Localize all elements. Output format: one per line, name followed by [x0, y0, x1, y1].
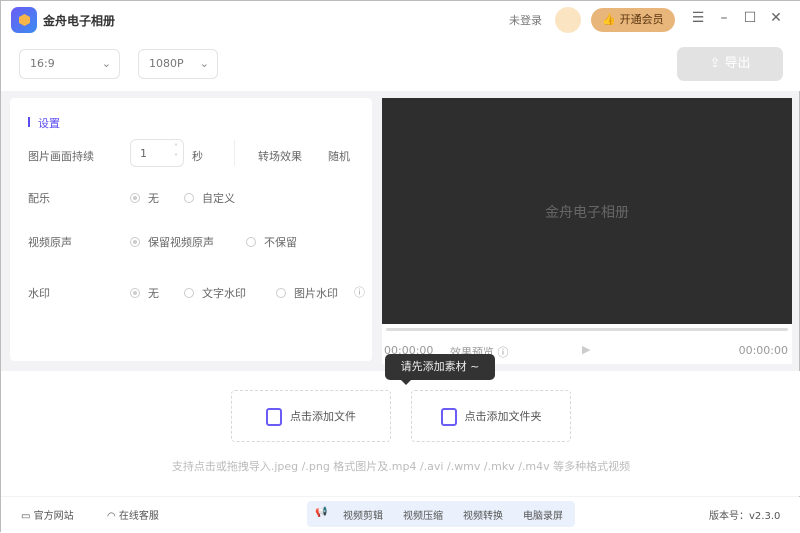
transition-label: 转场效果: [258, 148, 302, 164]
music-radio-none[interactable]: 无: [130, 190, 159, 206]
radio-icon: [276, 288, 286, 298]
monitor-icon: ▭: [21, 511, 34, 522]
export-button[interactable]: ⇪ 导出: [677, 47, 783, 81]
help-icon: ⓘ: [498, 346, 509, 359]
import-hint: 支持点击或拖拽导入.jpeg /.png 格式图片及.mp4 /.avi /.w…: [1, 458, 800, 474]
aspect-select[interactable]: 16:9 ⌄: [19, 49, 120, 79]
tool-video-compress[interactable]: 视频压缩: [403, 507, 443, 522]
audio-radio-discard[interactable]: 不保留: [246, 234, 297, 250]
vip-button[interactable]: 👍 开通会员: [591, 8, 675, 32]
avatar[interactable]: [555, 7, 581, 33]
version-label: 版本号：v2.3.0: [709, 507, 780, 522]
add-folder-label: 点击添加文件夹: [465, 410, 542, 423]
app-title: 金舟电子相册: [43, 12, 115, 29]
watermark-radio-image[interactable]: 图片水印: [276, 285, 338, 301]
radio-icon: [130, 288, 140, 298]
radio-label: 不保留: [264, 236, 297, 249]
radio-icon: [130, 193, 140, 203]
radio-icon: [184, 193, 194, 203]
total-time: 00:00:00: [739, 344, 788, 357]
chevron-down-icon: ⌄: [200, 50, 209, 78]
vip-label: 开通会员: [620, 13, 664, 26]
radio-icon: [184, 288, 194, 298]
help-icon[interactable]: ⓘ: [354, 284, 365, 300]
tool-video-edit[interactable]: 视频剪辑: [343, 507, 383, 522]
progress-bar[interactable]: [386, 328, 788, 331]
preview-watermark: 金舟电子相册: [382, 202, 792, 222]
settings-heading: 设置: [28, 115, 60, 131]
audio-label: 视频原声: [28, 234, 72, 250]
stepper-arrows-icon: ˄˅: [174, 143, 178, 163]
tool-video-convert[interactable]: 视频转换: [463, 507, 503, 522]
export-label: 导出: [725, 56, 751, 71]
login-link[interactable]: 未登录: [509, 12, 542, 28]
radio-label: 保留视频原声: [148, 236, 214, 249]
radio-label: 自定义: [202, 192, 235, 205]
close-button[interactable]: ✕: [767, 10, 785, 26]
support-label: 在线客服: [119, 511, 159, 522]
app-logo: [11, 7, 37, 33]
duration-unit: 秒: [192, 148, 203, 164]
add-file-label: 点击添加文件: [290, 410, 356, 423]
radio-label: 无: [148, 287, 159, 300]
radio-icon: [130, 237, 140, 247]
title-bar: [1, 1, 800, 39]
play-icon[interactable]: ▶: [582, 343, 590, 356]
settings-panel: 设置 图片画面持续 1 ˄˅ 秒 转场效果 随机 配乐 无 自定义 视频原声 保留…: [10, 98, 372, 361]
support-link[interactable]: ◠ 在线客服: [107, 507, 159, 522]
tools-bar: 📢 视频剪辑 视频压缩 视频转换 电脑录屏: [307, 501, 575, 527]
file-icon: [266, 408, 282, 426]
resolution-value: 1080P: [149, 57, 184, 70]
upload-icon: ⇪: [709, 56, 724, 71]
folder-icon: [441, 408, 457, 426]
add-folder-button[interactable]: 点击添加文件夹: [411, 390, 571, 442]
megaphone-icon: 📢: [315, 507, 327, 518]
music-radio-custom[interactable]: 自定义: [184, 190, 235, 206]
minimize-button[interactable]: –: [715, 10, 733, 26]
add-file-button[interactable]: 点击添加文件: [231, 390, 391, 442]
radio-icon: [246, 237, 256, 247]
maximize-button[interactable]: ☐: [741, 10, 759, 26]
duration-label: 图片画面持续: [28, 148, 94, 164]
watermark-radio-none[interactable]: 无: [130, 285, 159, 301]
radio-label: 图片水印: [294, 287, 338, 300]
headset-icon: ◠: [107, 511, 119, 522]
settings-heading-text: 设置: [38, 117, 60, 130]
watermark-label: 水印: [28, 285, 50, 301]
aspect-value: 16:9: [30, 57, 55, 70]
audio-radio-keep[interactable]: 保留视频原声: [130, 234, 214, 250]
website-label: 官方网站: [34, 511, 74, 522]
watermark-radio-text[interactable]: 文字水印: [184, 285, 246, 301]
tool-screen-record[interactable]: 电脑录屏: [523, 507, 563, 522]
radio-label: 无: [148, 192, 159, 205]
import-area[interactable]: [1, 371, 800, 496]
duration-stepper[interactable]: 1 ˄˅: [130, 139, 184, 167]
menu-icon[interactable]: ☰: [689, 10, 707, 26]
chevron-down-icon: ⌄: [102, 50, 111, 78]
radio-label: 文字水印: [202, 287, 246, 300]
thumb-icon: 👍: [602, 13, 619, 26]
resolution-select[interactable]: 1080P ⌄: [138, 49, 218, 79]
website-link[interactable]: ▭ 官方网站: [21, 507, 74, 522]
video-preview: 金舟电子相册: [382, 98, 792, 324]
duration-value: 1: [140, 147, 147, 160]
music-label: 配乐: [28, 190, 50, 206]
divider: [234, 140, 235, 166]
tooltip: 请先添加素材 ~: [385, 354, 495, 380]
transition-select[interactable]: 随机: [328, 148, 350, 164]
